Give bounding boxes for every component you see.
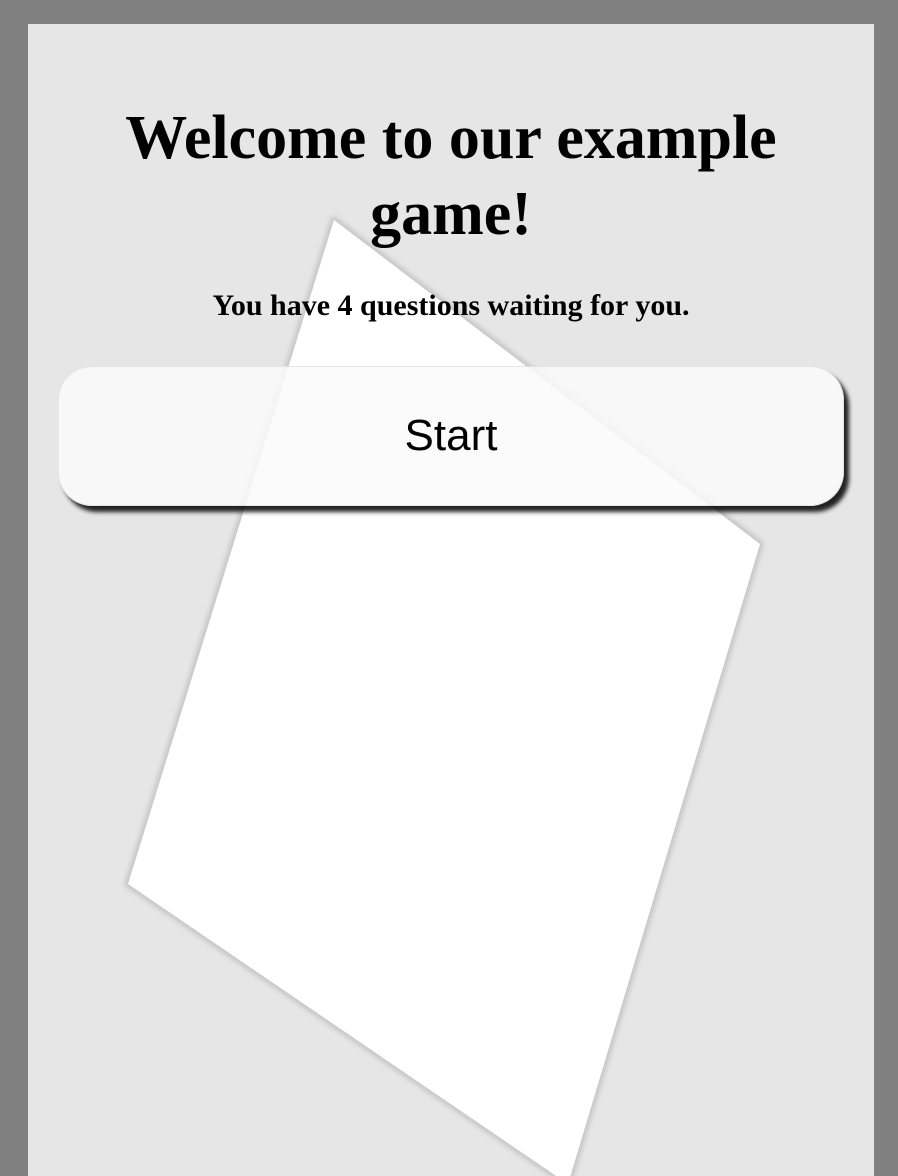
game-panel: Welcome to our example game! You have 4 … [28,24,874,1176]
page-title: Welcome to our example game! [125,104,777,248]
start-button[interactable]: Start [58,366,844,506]
questions-count-text: You have 4 questions waiting for you. [212,289,690,322]
